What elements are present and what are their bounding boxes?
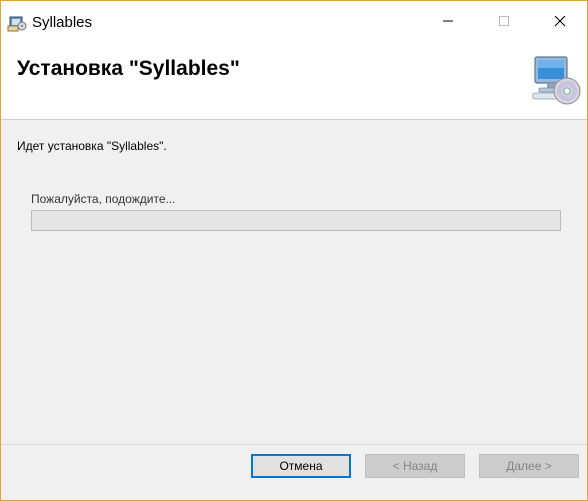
install-progress-bar	[31, 210, 561, 231]
maximize-icon	[498, 14, 510, 32]
computer-cd-icon	[529, 53, 585, 109]
title-bar[interactable]: Syllables	[1, 1, 587, 45]
install-status-text: Идет установка "Syllables".	[17, 139, 167, 153]
minimize-button[interactable]	[425, 1, 471, 45]
header-banner: Установка "Syllables"	[1, 45, 587, 120]
installer-icon	[7, 12, 27, 32]
maximize-button[interactable]	[481, 1, 527, 45]
close-icon	[554, 14, 566, 32]
window-title: Syllables	[32, 14, 93, 31]
close-button[interactable]	[537, 1, 583, 45]
footer-divider	[1, 444, 587, 445]
wait-label: Пожалуйста, подождите...	[31, 192, 176, 206]
installer-window: Syllables Установка "Syllables" Идет уст…	[0, 0, 588, 501]
cancel-button[interactable]: Отмена	[251, 454, 351, 478]
next-button[interactable]: Далее >	[479, 454, 579, 478]
minimize-icon	[442, 14, 454, 32]
back-button[interactable]: < Назад	[365, 454, 465, 478]
page-title: Установка "Syllables"	[17, 57, 240, 80]
